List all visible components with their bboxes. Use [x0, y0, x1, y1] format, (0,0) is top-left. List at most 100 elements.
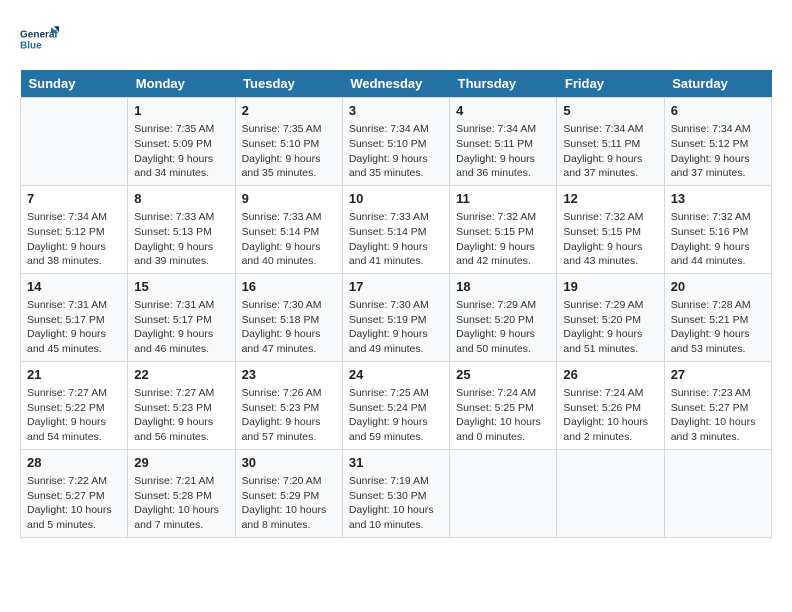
calendar-cell: 24Sunrise: 7:25 AM Sunset: 5:24 PM Dayli…: [342, 361, 449, 449]
day-info: Sunrise: 7:31 AM Sunset: 5:17 PM Dayligh…: [27, 298, 121, 357]
day-info: Sunrise: 7:20 AM Sunset: 5:29 PM Dayligh…: [242, 474, 336, 533]
day-number: 4: [456, 102, 550, 120]
day-info: Sunrise: 7:34 AM Sunset: 5:12 PM Dayligh…: [671, 122, 765, 181]
day-number: 31: [349, 454, 443, 472]
day-info: Sunrise: 7:33 AM Sunset: 5:13 PM Dayligh…: [134, 210, 228, 269]
calendar-cell: [664, 449, 771, 537]
calendar-cell: [21, 98, 128, 186]
week-row-3: 14 Sunrise: 7:31 AM Sunset: 5:17 PM Dayli…: [21, 273, 772, 361]
day-number: 7: [27, 190, 121, 208]
day-number: 10: [349, 190, 443, 208]
column-header-saturday: Saturday: [664, 70, 771, 98]
calendar-cell: 17 Sunrise: 7:30 AM Sunset: 5:19 PM Dayli…: [342, 273, 449, 361]
calendar-cell: 11 Sunrise: 7:32 AM Sunset: 5:15 PM Dayli…: [450, 185, 557, 273]
calendar-cell: 9 Sunrise: 7:33 AM Sunset: 5:14 PM Daylig…: [235, 185, 342, 273]
calendar-cell: 12 Sunrise: 7:32 AM Sunset: 5:15 PM Dayli…: [557, 185, 664, 273]
calendar-cell: 10 Sunrise: 7:33 AM Sunset: 5:14 PM Dayli…: [342, 185, 449, 273]
calendar-cell: 23 Sunrise: 7:26 AM Sunset: 5:23 PM Dayli…: [235, 361, 342, 449]
day-number: 22: [134, 366, 228, 384]
day-info: Sunrise: 7:34 AM Sunset: 5:10 PM Dayligh…: [349, 122, 443, 181]
calendar-cell: 27Sunrise: 7:23 AM Sunset: 5:27 PM Dayli…: [664, 361, 771, 449]
day-info: Sunrise: 7:29 AM Sunset: 5:20 PM Dayligh…: [563, 298, 657, 357]
day-number: 19: [563, 278, 657, 296]
column-header-sunday: Sunday: [21, 70, 128, 98]
day-number: 2: [242, 102, 336, 120]
calendar-cell: 5 Sunrise: 7:34 AM Sunset: 5:11 PM Daylig…: [557, 98, 664, 186]
calendar-cell: 3 Sunrise: 7:34 AM Sunset: 5:10 PM Daylig…: [342, 98, 449, 186]
week-row-2: 7Sunrise: 7:34 AM Sunset: 5:12 PM Daylig…: [21, 185, 772, 273]
day-number: 1: [134, 102, 228, 120]
day-info: Sunrise: 7:34 AM Sunset: 5:11 PM Dayligh…: [563, 122, 657, 181]
calendar-cell: 30 Sunrise: 7:20 AM Sunset: 5:29 PM Dayli…: [235, 449, 342, 537]
week-row-1: 1 Sunrise: 7:35 AM Sunset: 5:09 PM Daylig…: [21, 98, 772, 186]
day-info: Sunrise: 7:35 AM Sunset: 5:10 PM Dayligh…: [242, 122, 336, 181]
day-info: Sunrise: 7:23 AM Sunset: 5:27 PM Dayligh…: [671, 386, 765, 445]
calendar-cell: 22 Sunrise: 7:27 AM Sunset: 5:23 PM Dayli…: [128, 361, 235, 449]
day-number: 3: [349, 102, 443, 120]
day-info: Sunrise: 7:22 AM Sunset: 5:27 PM Dayligh…: [27, 474, 121, 533]
day-info: Sunrise: 7:33 AM Sunset: 5:14 PM Dayligh…: [349, 210, 443, 269]
calendar-cell: 21 Sunrise: 7:27 AM Sunset: 5:22 PM Dayli…: [21, 361, 128, 449]
day-number: 30: [242, 454, 336, 472]
day-info: Sunrise: 7:31 AM Sunset: 5:17 PM Dayligh…: [134, 298, 228, 357]
day-info: Sunrise: 7:24 AM Sunset: 5:26 PM Dayligh…: [563, 386, 657, 445]
calendar-cell: 13Sunrise: 7:32 AM Sunset: 5:16 PM Dayli…: [664, 185, 771, 273]
day-info: Sunrise: 7:27 AM Sunset: 5:23 PM Dayligh…: [134, 386, 228, 445]
day-info: Sunrise: 7:26 AM Sunset: 5:23 PM Dayligh…: [242, 386, 336, 445]
calendar-cell: 18 Sunrise: 7:29 AM Sunset: 5:20 PM Dayli…: [450, 273, 557, 361]
calendar-cell: 26 Sunrise: 7:24 AM Sunset: 5:26 PM Dayli…: [557, 361, 664, 449]
day-info: Sunrise: 7:24 AM Sunset: 5:25 PM Dayligh…: [456, 386, 550, 445]
calendar-cell: 7Sunrise: 7:34 AM Sunset: 5:12 PM Daylig…: [21, 185, 128, 273]
column-header-wednesday: Wednesday: [342, 70, 449, 98]
calendar-cell: 28Sunrise: 7:22 AM Sunset: 5:27 PM Dayli…: [21, 449, 128, 537]
day-info: Sunrise: 7:32 AM Sunset: 5:15 PM Dayligh…: [456, 210, 550, 269]
day-number: 9: [242, 190, 336, 208]
day-info: Sunrise: 7:35 AM Sunset: 5:09 PM Dayligh…: [134, 122, 228, 181]
day-info: Sunrise: 7:27 AM Sunset: 5:22 PM Dayligh…: [27, 386, 121, 445]
svg-text:Blue: Blue: [20, 40, 42, 51]
day-number: 23: [242, 366, 336, 384]
day-info: Sunrise: 7:32 AM Sunset: 5:15 PM Dayligh…: [563, 210, 657, 269]
day-info: Sunrise: 7:30 AM Sunset: 5:18 PM Dayligh…: [242, 298, 336, 357]
week-row-4: 21 Sunrise: 7:27 AM Sunset: 5:22 PM Dayli…: [21, 361, 772, 449]
column-header-monday: Monday: [128, 70, 235, 98]
day-number: 6: [671, 102, 765, 120]
day-number: 8: [134, 190, 228, 208]
header: GeneralBlue: [20, 20, 772, 60]
calendar-cell: 14 Sunrise: 7:31 AM Sunset: 5:17 PM Dayli…: [21, 273, 128, 361]
calendar-cell: 31 Sunrise: 7:19 AM Sunset: 5:30 PM Dayli…: [342, 449, 449, 537]
calendar-cell: 19 Sunrise: 7:29 AM Sunset: 5:20 PM Dayli…: [557, 273, 664, 361]
day-number: 25: [456, 366, 550, 384]
column-header-thursday: Thursday: [450, 70, 557, 98]
day-number: 15: [134, 278, 228, 296]
calendar-cell: 4 Sunrise: 7:34 AM Sunset: 5:11 PM Daylig…: [450, 98, 557, 186]
calendar-cell: 20Sunrise: 7:28 AM Sunset: 5:21 PM Dayli…: [664, 273, 771, 361]
day-number: 11: [456, 190, 550, 208]
day-info: Sunrise: 7:19 AM Sunset: 5:30 PM Dayligh…: [349, 474, 443, 533]
calendar-cell: 15 Sunrise: 7:31 AM Sunset: 5:17 PM Dayli…: [128, 273, 235, 361]
calendar-cell: 1 Sunrise: 7:35 AM Sunset: 5:09 PM Daylig…: [128, 98, 235, 186]
day-number: 21: [27, 366, 121, 384]
calendar-cell: 2 Sunrise: 7:35 AM Sunset: 5:10 PM Daylig…: [235, 98, 342, 186]
day-info: Sunrise: 7:25 AM Sunset: 5:24 PM Dayligh…: [349, 386, 443, 445]
calendar-cell: [557, 449, 664, 537]
day-info: Sunrise: 7:34 AM Sunset: 5:11 PM Dayligh…: [456, 122, 550, 181]
calendar-cell: [450, 449, 557, 537]
day-number: 13: [671, 190, 765, 208]
day-info: Sunrise: 7:29 AM Sunset: 5:20 PM Dayligh…: [456, 298, 550, 357]
day-number: 5: [563, 102, 657, 120]
calendar-cell: 29 Sunrise: 7:21 AM Sunset: 5:28 PM Dayli…: [128, 449, 235, 537]
day-number: 14: [27, 278, 121, 296]
day-number: 12: [563, 190, 657, 208]
day-info: Sunrise: 7:28 AM Sunset: 5:21 PM Dayligh…: [671, 298, 765, 357]
day-number: 18: [456, 278, 550, 296]
day-number: 29: [134, 454, 228, 472]
day-number: 26: [563, 366, 657, 384]
calendar-cell: 16Sunrise: 7:30 AM Sunset: 5:18 PM Dayli…: [235, 273, 342, 361]
day-info: Sunrise: 7:21 AM Sunset: 5:28 PM Dayligh…: [134, 474, 228, 533]
day-info: Sunrise: 7:33 AM Sunset: 5:14 PM Dayligh…: [242, 210, 336, 269]
day-number: 17: [349, 278, 443, 296]
column-header-tuesday: Tuesday: [235, 70, 342, 98]
day-info: Sunrise: 7:30 AM Sunset: 5:19 PM Dayligh…: [349, 298, 443, 357]
calendar-cell: 8 Sunrise: 7:33 AM Sunset: 5:13 PM Daylig…: [128, 185, 235, 273]
